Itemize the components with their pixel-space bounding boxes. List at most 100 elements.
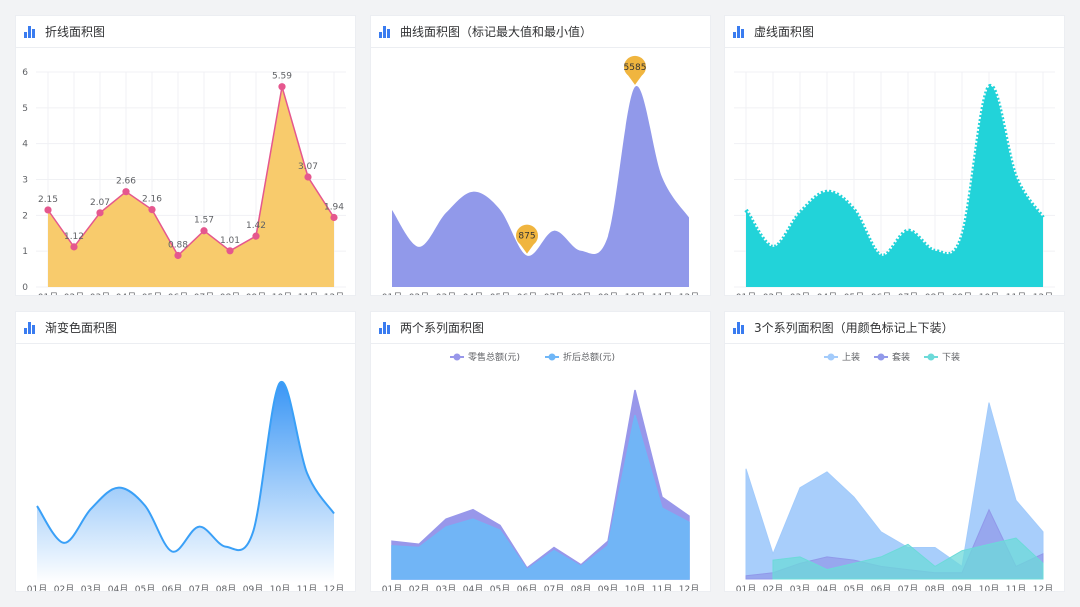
legend-label: 零售总额(元) — [468, 351, 520, 363]
x-tick-label: 09月 — [243, 584, 263, 591]
data-label: 0.88 — [168, 240, 188, 250]
x-tick-label: 07月 — [189, 584, 209, 591]
x-tick-label: 03月 — [790, 584, 810, 591]
min-marker-label: 875 — [518, 232, 535, 242]
bar-chart-icon — [24, 321, 38, 334]
card-dashed-area: 虚线面积图 01月 02月 03月 04月 05月 06月 07月 08月 09月 10月 11月 1… — [725, 16, 1064, 295]
x-tick-label: 06月 — [162, 584, 182, 591]
x-tick-label: 01月 — [27, 584, 47, 591]
x-tick-label: 11月 — [297, 584, 317, 591]
x-tick-label: 12月 — [1033, 292, 1053, 295]
x-tick-label: 11月 — [298, 292, 318, 295]
bar-chart-icon — [24, 25, 38, 38]
x-tick-label: 09月 — [952, 292, 972, 295]
x-tick-label: 05月 — [142, 292, 162, 295]
legend-swatch — [548, 353, 556, 361]
data-point — [96, 209, 104, 217]
x-tick-label: 10月 — [979, 292, 999, 295]
x-tick-label: 08月 — [216, 584, 236, 591]
legend-label: 套装 — [892, 351, 910, 363]
y-tick-label: 2 — [22, 211, 28, 221]
x-tick-label: 02月 — [763, 292, 783, 295]
x-tick-label: 07月 — [194, 292, 214, 295]
x-tick-label: 03月 — [436, 584, 456, 591]
line-area-chart: 0 1 2 3 4 5 6 2.15 1.12 2.07 2.66 2.16 0.88 1.57 1.01 1… — [22, 68, 346, 295]
x-tick-label: 08月 — [925, 584, 945, 591]
x-tick-label: 03月 — [81, 584, 101, 591]
area-fill — [392, 86, 689, 287]
data-label: 2.15 — [38, 195, 58, 205]
legend-label: 折后总额(元) — [563, 351, 615, 363]
card-two-series-area: 两个系列面积图 零售总额(元) 折后总额(元) 01月 02月 03月 04月 05月 06月… — [371, 312, 710, 591]
x-tick-label: 01月 — [38, 292, 58, 295]
x-tick-label: 12月 — [1033, 584, 1053, 591]
x-tick-label: 06月 — [871, 292, 891, 295]
x-tick-label: 12月 — [679, 584, 699, 591]
y-tick-label: 6 — [22, 68, 28, 78]
data-point — [44, 206, 52, 214]
data-label: 1.57 — [194, 216, 214, 226]
x-tick-label: 11月 — [1006, 584, 1026, 591]
x-tick-label: 09月 — [246, 292, 266, 295]
x-tick-label: 05月 — [844, 292, 864, 295]
bar-chart-icon — [379, 321, 393, 334]
data-point — [304, 173, 312, 181]
data-point — [278, 83, 286, 91]
y-tick-label: 1 — [22, 247, 28, 257]
card-header: 两个系列面积图 — [371, 312, 710, 344]
card-title: 曲线面积图（标记最大值和最小值） — [400, 25, 593, 39]
x-tick-label: 10月 — [625, 292, 645, 295]
y-tick-label: 3 — [22, 176, 28, 186]
x-tick-label: 07月 — [898, 292, 918, 295]
data-label: 2.07 — [90, 198, 110, 208]
x-tick-label: 02月 — [763, 584, 783, 591]
x-tick-label: 12月 — [679, 292, 699, 295]
card-title: 渐变色面积图 — [45, 321, 118, 335]
card-header: 折线面积图 — [16, 16, 355, 48]
card-line-area: 折线面积图 0 1 2 3 4 5 6 2.15 1.12 2.07 2.66 2.16 0.88 1.5… — [16, 16, 355, 295]
dashed-area-chart: 01月 02月 03月 04月 05月 06月 07月 08月 09月 10月 11月 12月 — [734, 71, 1055, 295]
x-tick-label: 12月 — [324, 584, 344, 591]
area-fill — [37, 381, 334, 583]
legend-swatch — [827, 353, 835, 361]
y-tick-label: 0 — [22, 283, 28, 293]
data-label: 1.01 — [220, 236, 240, 246]
data-label: 1.12 — [64, 232, 84, 242]
x-tick-label: 02月 — [64, 292, 84, 295]
card-header: 虚线面积图 — [725, 16, 1064, 48]
x-tick-label: 12月 — [324, 292, 344, 295]
data-point — [252, 232, 260, 240]
bar-chart-icon — [733, 25, 747, 38]
max-marker-label: 5585 — [624, 63, 647, 73]
card-title: 虚线面积图 — [754, 25, 815, 39]
x-tick-label: 04月 — [108, 584, 128, 591]
x-tick-label: 06月 — [517, 292, 537, 295]
two-series-area-chart: 零售总额(元) 折后总额(元) 01月 02月 03月 04月 05月 06月 07月 08月 09… — [382, 351, 699, 591]
x-tick-label: 03月 — [90, 292, 110, 295]
x-tick-label: 08月 — [571, 292, 591, 295]
curve-area-chart: 5585 875 01月 02月 03月 04月 05月 06月 07月 08月 09月 10月 11月… — [382, 55, 699, 295]
bar-chart-icon — [379, 25, 393, 38]
x-tick-label: 11月 — [652, 584, 672, 591]
legend-swatch — [927, 353, 935, 361]
data-label: 1.42 — [246, 221, 266, 231]
x-tick-label: 10月 — [270, 584, 290, 591]
x-tick-label: 10月 — [625, 584, 645, 591]
data-label: 2.66 — [116, 177, 136, 187]
x-tick-label: 10月 — [979, 584, 999, 591]
x-tick-label: 01月 — [382, 584, 402, 591]
x-tick-label: 11月 — [1006, 292, 1026, 295]
x-tick-label: 09月 — [952, 584, 972, 591]
x-tick-label: 08月 — [925, 292, 945, 295]
x-tick-label: 02月 — [409, 292, 429, 295]
card-title: 折线面积图 — [45, 25, 106, 39]
three-series-area-chart: 上装 套装 下装 01月 02月 03月 04月 05月 06月 07月 08月 09月 10月 11月 1… — [736, 351, 1053, 591]
card-title: 两个系列面积图 — [400, 321, 485, 335]
x-tick-label: 07月 — [544, 584, 564, 591]
area-fill — [746, 85, 1043, 287]
x-tick-label: 11月 — [652, 292, 672, 295]
x-tick-label: 03月 — [790, 292, 810, 295]
x-tick-label: 05月 — [490, 584, 510, 591]
legend-label: 下装 — [942, 351, 960, 363]
y-tick-label: 4 — [22, 140, 28, 150]
